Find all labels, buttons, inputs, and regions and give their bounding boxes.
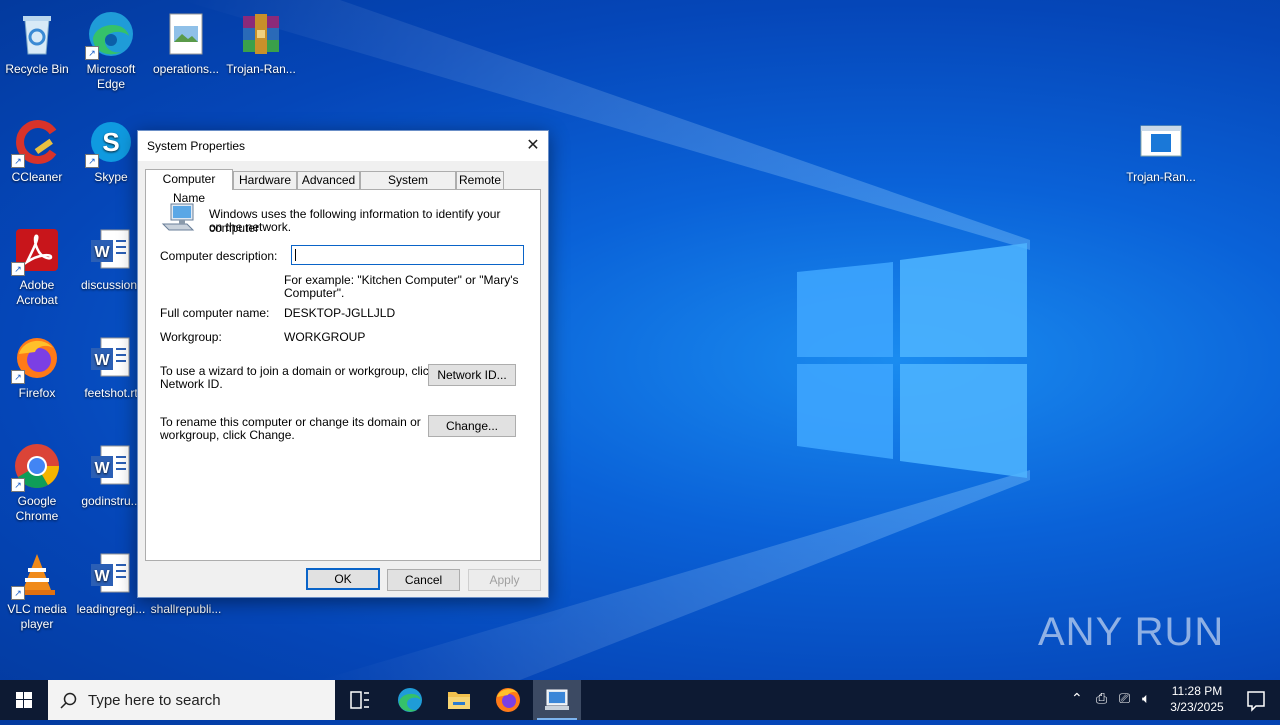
tab-hardware[interactable]: Hardware [233,171,297,189]
example-text-line1: For example: "Kitchen Computer" or "Mary… [284,273,519,287]
desktop-icon-operations[interactable]: operations... [149,4,223,77]
application-window-icon [1137,118,1185,166]
search-placeholder: Type here to search [88,692,221,709]
tab-computer-name[interactable]: Computer Name [145,169,233,205]
svg-text:W: W [94,244,110,261]
text-caret [295,249,296,261]
full-computer-name-label: Full computer name: [160,306,270,320]
workgroup-label: Workgroup: [160,330,222,344]
shortcut-arrow-icon: ↗ [11,370,25,384]
taskbar-clock[interactable]: 11:28 PM 3/23/2025 [1161,683,1233,715]
word-document-icon: W [87,226,135,274]
volume-icon[interactable]: 🔈︎ [1142,690,1150,707]
computer-name-panel: Windows uses the following information t… [145,189,541,561]
word-document-icon: W [87,334,135,382]
desktop-icon-adobe-acrobat[interactable]: ↗ Adobe Acrobat [0,220,74,308]
shortcut-arrow-icon: ↗ [11,478,25,492]
desktop-icon-recycle-bin[interactable]: Recycle Bin [0,4,74,77]
desktop-icon-ccleaner[interactable]: ↗ CCleaner [0,112,74,185]
folder-icon [448,692,470,709]
intro-text-line2: on the network. [209,220,292,234]
image-file-icon [162,10,210,58]
svg-text:W: W [94,460,110,477]
start-button[interactable] [0,680,48,720]
wizard-text-line1: To use a wizard to join a domain or work… [160,364,435,378]
network-icon[interactable]: ⎚ [1119,690,1130,707]
dialog-title: System Properties [147,139,246,153]
taskbar-system-properties[interactable] [533,680,581,720]
close-icon[interactable]: ✕ [518,131,548,161]
desktop-icon-trojan-ran-archive[interactable]: Trojan-Ran... [224,4,298,77]
clock-date: 3/23/2025 [1170,700,1224,714]
meet-now-icon[interactable]: ⎙ [1096,690,1107,707]
shortcut-arrow-icon: ↗ [85,154,99,168]
system-properties-icon [545,689,569,710]
show-hidden-icons-chevron-icon[interactable]: ⌃ [1071,690,1083,707]
taskbar: Type here to search ⌃ ⎙ ⎚ 🔈︎ 11:28 PM 3/… [0,680,1280,720]
change-button[interactable]: Change... [428,415,516,437]
rename-text-line2: workgroup, click Change. [160,428,295,442]
firefox-icon [496,688,520,712]
rename-text-line1: To rename this computer or change its do… [160,415,421,429]
tab-system-protection[interactable]: System Protection [360,171,456,204]
acrobat-icon: ↗ [11,226,61,276]
action-center-button[interactable] [1232,680,1280,720]
svg-text:W: W [94,352,110,369]
full-computer-name-value: DESKTOP-JGLLJLD [284,306,396,320]
desktop-icon-google-chrome[interactable]: ↗ Google Chrome [0,436,74,524]
desktop-icon-vlc[interactable]: ↗ VLC media player [0,544,74,632]
firefox-icon: ↗ [11,334,61,384]
clock-time: 11:28 PM [1171,684,1223,698]
cancel-button[interactable]: Cancel [387,569,460,591]
computer-description-input[interactable] [291,245,524,265]
winrar-archive-icon [237,10,285,58]
taskbar-file-explorer[interactable] [435,680,483,720]
dialog-titlebar[interactable]: System Properties ✕ [138,131,548,161]
network-id-button[interactable]: Network ID... [428,364,516,386]
search-icon [60,692,77,709]
shortcut-arrow-icon: ↗ [11,586,25,600]
edge-icon [398,688,422,712]
taskbar-edge[interactable] [386,680,434,720]
task-view-icon [350,691,369,709]
ccleaner-icon: ↗ [11,118,61,168]
edge-icon: ↗ [85,10,135,60]
workgroup-value: WORKGROUP [284,330,366,344]
desktop-icon-microsoft-edge[interactable]: ↗ Microsoft Edge [74,4,148,92]
wizard-text-line2: Network ID. [160,377,223,391]
desktop-icon-trojan-ran-app[interactable]: Trojan-Ran... [1124,112,1198,185]
tab-advanced[interactable]: Advanced [297,171,360,189]
taskbar-firefox[interactable] [484,680,532,720]
word-document-icon: W [87,550,135,598]
windows-logo-icon [16,692,32,708]
recycle-bin-icon [13,10,61,58]
anyrun-watermark: ANY RUN [1038,610,1225,654]
computer-description-label: Computer description: [160,249,278,263]
word-document-icon: W [87,442,135,490]
task-view-button[interactable] [336,680,384,720]
tab-remote[interactable]: Remote [456,171,504,189]
skype-icon: S ↗ [85,118,135,168]
svg-text:W: W [94,568,110,585]
apply-button[interactable]: Apply [468,569,541,591]
svg-text:S: S [102,127,119,157]
chrome-icon: ↗ [11,442,61,492]
shortcut-arrow-icon: ↗ [11,262,25,276]
vlc-cone-icon: ↗ [11,550,61,600]
taskbar-search-box[interactable]: Type here to search [48,680,335,720]
system-properties-dialog: System Properties ✕ Computer Name Hardwa… [137,130,549,598]
notifications-icon [1247,691,1265,712]
shortcut-arrow-icon: ↗ [85,46,99,60]
ok-button[interactable]: OK [306,568,380,590]
example-text-line2: Computer". [284,286,345,300]
desktop-icon-firefox[interactable]: ↗ Firefox [0,328,74,401]
shortcut-arrow-icon: ↗ [11,154,25,168]
